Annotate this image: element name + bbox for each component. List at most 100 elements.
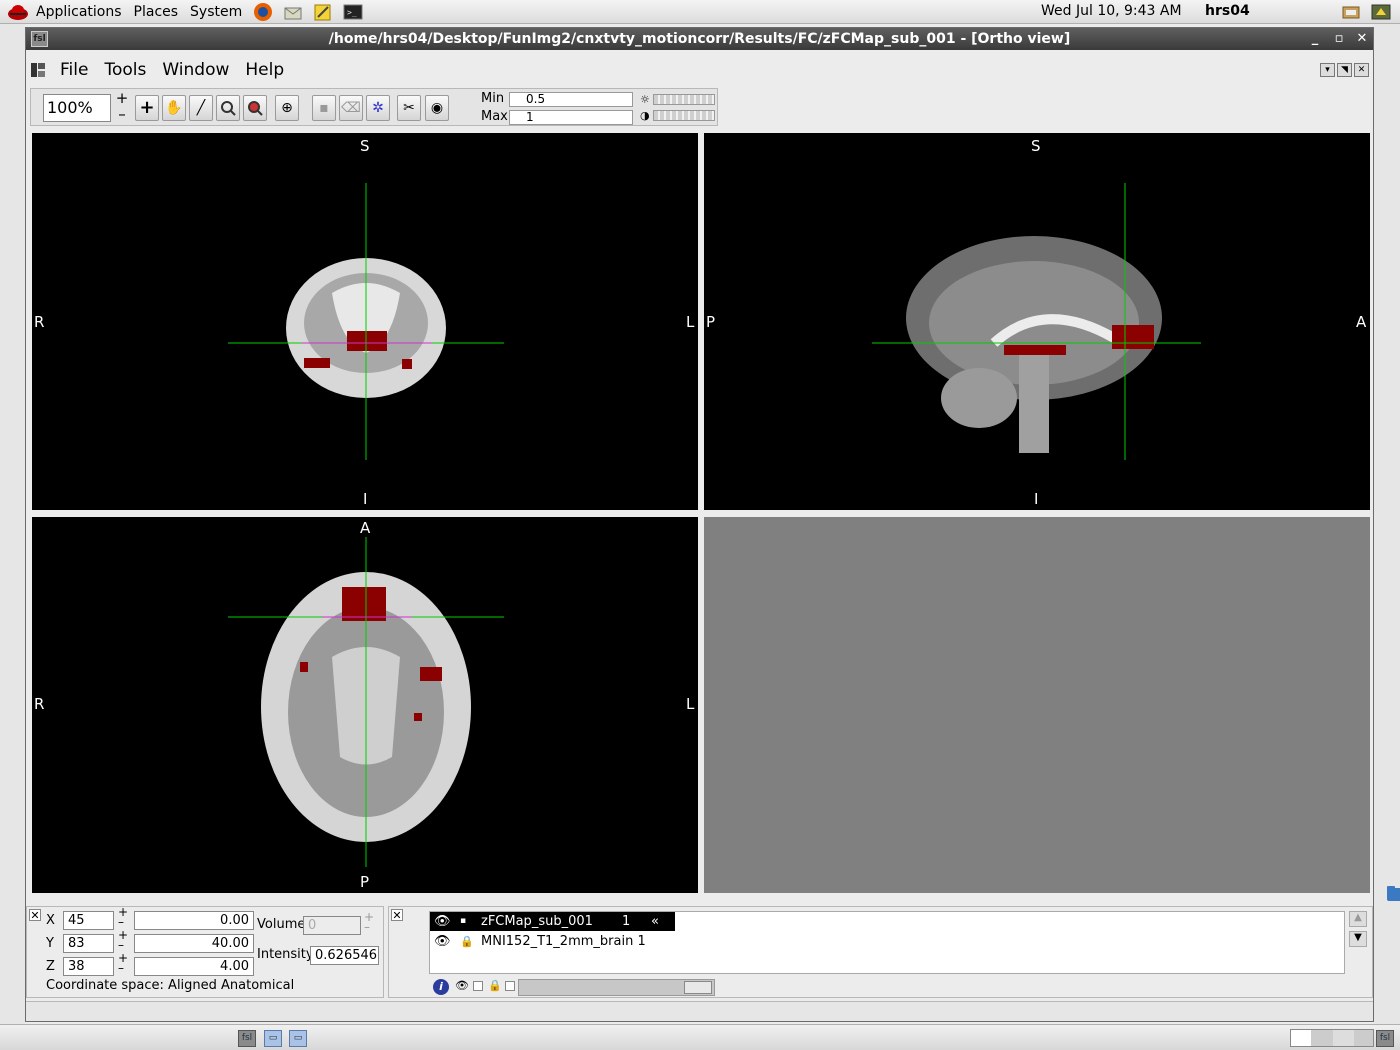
close-button[interactable]: ✕	[1351, 28, 1373, 50]
z-stepper[interactable]: + –	[118, 952, 128, 974]
app-icon[interactable]: fsl	[31, 31, 48, 47]
z-voxel-field[interactable]: 38	[63, 957, 114, 976]
network-icon[interactable]	[1340, 2, 1362, 22]
binoculars-button[interactable]: ◉	[425, 95, 449, 121]
zoom-out-button[interactable]: –	[115, 105, 129, 123]
min-field[interactable]: 0.5	[509, 92, 633, 107]
mask-button[interactable]: ✲	[366, 95, 390, 121]
volume-stepper[interactable]: + –	[364, 911, 374, 933]
coronal-label-top: S	[360, 137, 370, 155]
checkbox[interactable]	[473, 981, 483, 991]
intensity-label: Intensity	[257, 947, 314, 962]
axial-label-left: R	[34, 695, 45, 713]
layer-name: MNI152_T1_2mm_brain 1	[481, 934, 646, 949]
axial-label-right: L	[686, 695, 695, 713]
info-icon[interactable]: i	[433, 979, 449, 995]
min-label: Min	[481, 91, 505, 106]
move-layer-down-button[interactable]: ▼	[1349, 931, 1367, 947]
user-name[interactable]: hrs04	[1205, 3, 1250, 19]
notes-icon[interactable]	[312, 2, 334, 22]
pen-button[interactable]: ╱	[189, 95, 213, 121]
sagittal-view[interactable]: S I P A	[704, 133, 1370, 510]
layer-panel: ✕ 👁 ▪ zFCMap_sub_001 1 « 👁 🔒 MNI152_T1_2…	[388, 906, 1373, 998]
x-stepper[interactable]: + –	[118, 906, 128, 928]
volume-field[interactable]: 0	[303, 916, 361, 935]
applications-menu[interactable]: Applications	[30, 0, 128, 24]
close-layer-panel-button[interactable]: ✕	[391, 909, 403, 921]
zoom-button[interactable]	[216, 95, 240, 121]
fslview-window: fsl /home/hrs04/Desktop/FunImg2/cnxtvty_…	[25, 27, 1374, 1022]
terminal-icon[interactable]: >_	[342, 2, 364, 22]
visibility-toggle-icon[interactable]: 👁	[455, 979, 469, 992]
brightness-slider[interactable]	[653, 94, 715, 105]
axial-view[interactable]: A P R L	[32, 517, 698, 893]
menubar: File Tools Window Help	[26, 55, 1373, 85]
layer-row-overlay[interactable]: 👁 ▪ zFCMap_sub_001 1 «	[430, 912, 675, 931]
menu-help[interactable]: Help	[237, 60, 292, 80]
mail-icon[interactable]	[282, 2, 304, 22]
coordinate-space: Coordinate space: Aligned Anatomical	[46, 978, 295, 993]
layer-row-anatomical[interactable]: 👁 🔒 MNI152_T1_2mm_brain 1	[430, 932, 675, 951]
z-mm-field[interactable]: 4.00	[134, 957, 254, 976]
coronal-slice	[228, 183, 504, 460]
fill-button[interactable]: ▪	[312, 95, 336, 121]
lock-icon[interactable]: ▪	[460, 912, 466, 931]
y-mm-field[interactable]: 40.00	[134, 934, 254, 953]
visibility-icon[interactable]: 👁	[434, 932, 451, 951]
coronal-label-right: L	[686, 313, 695, 331]
coronal-view[interactable]: S I R L	[32, 133, 698, 510]
folder-icon[interactable]	[1386, 884, 1400, 902]
cursor-mode-button[interactable]: +	[135, 95, 159, 121]
erase-button[interactable]: ⌫	[339, 95, 363, 121]
window-task-icon[interactable]: ▭	[264, 1030, 282, 1047]
workspace-switcher[interactable]	[1290, 1029, 1374, 1047]
minimize-button[interactable]: _	[1304, 28, 1326, 50]
checkbox[interactable]	[505, 981, 515, 991]
mdi-minimize-button[interactable]: ▾	[1320, 63, 1335, 77]
menu-window[interactable]: Window	[154, 60, 237, 80]
layer-name: zFCMap_sub_001	[481, 914, 593, 929]
zoom-field[interactable]: 100%	[43, 94, 111, 122]
pan-button[interactable]: ✋	[162, 95, 186, 121]
lock-toggle-icon[interactable]: 🔒	[488, 979, 502, 992]
move-layer-up-button[interactable]: ▲	[1349, 911, 1367, 927]
contrast-slider[interactable]	[653, 110, 715, 121]
redhat-icon[interactable]	[6, 2, 30, 22]
z-label: Z	[46, 959, 55, 974]
layer-menu-icon[interactable]: «	[651, 912, 659, 931]
y-voxel-field[interactable]: 83	[63, 934, 114, 953]
mdi-close-button[interactable]: ✕	[1354, 63, 1369, 77]
volume-label: Volume	[257, 917, 306, 932]
sagittal-label-top: S	[1031, 137, 1041, 155]
places-menu[interactable]: Places	[128, 0, 185, 24]
crosshair-button[interactable]: ⊕	[275, 95, 299, 121]
cut-button[interactable]: ✂	[397, 95, 421, 121]
sagittal-label-right: A	[1356, 313, 1367, 331]
status-bar	[26, 1001, 1373, 1021]
mdi-icon[interactable]	[30, 62, 46, 78]
close-cursor-panel-button[interactable]: ✕	[29, 909, 41, 921]
x-mm-field[interactable]: 0.00	[134, 911, 254, 930]
update-icon[interactable]	[1370, 2, 1392, 22]
slider-handle[interactable]	[684, 981, 712, 994]
lock-icon[interactable]: 🔒	[460, 932, 474, 951]
system-menu[interactable]: System	[184, 0, 248, 24]
fsl-task-icon[interactable]: fsl	[238, 1030, 256, 1047]
window-titlebar[interactable]: fsl /home/hrs04/Desktop/FunImg2/cnxtvty_…	[26, 28, 1373, 50]
max-field[interactable]: 1	[509, 110, 633, 125]
menu-file[interactable]: File	[52, 60, 96, 80]
visibility-icon[interactable]: 👁	[434, 912, 451, 931]
mdi-restore-button[interactable]: ◥	[1337, 63, 1352, 77]
fsl-tray-icon[interactable]: fsl	[1376, 1030, 1394, 1047]
y-stepper[interactable]: + –	[118, 929, 128, 951]
x-label: X	[46, 913, 55, 928]
window-task-icon-2[interactable]: ▭	[289, 1030, 307, 1047]
transparency-slider[interactable]	[518, 979, 715, 996]
firefox-icon[interactable]	[252, 2, 274, 22]
clock[interactable]: Wed Jul 10, 9:43 AM	[1041, 3, 1182, 19]
x-voxel-field[interactable]: 45	[63, 911, 114, 930]
maximize-button[interactable]: ▫	[1328, 28, 1350, 50]
menu-tools[interactable]: Tools	[96, 60, 154, 80]
zoom-region-button[interactable]	[243, 95, 267, 121]
layer-number: 1	[622, 914, 631, 929]
